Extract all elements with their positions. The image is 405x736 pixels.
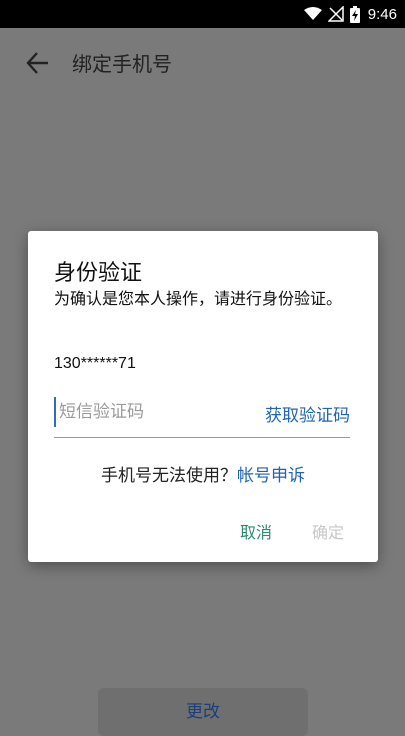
battery-charging-icon bbox=[349, 5, 360, 23]
status-time: 9:46 bbox=[367, 5, 397, 23]
sms-code-input[interactable] bbox=[54, 397, 249, 427]
get-code-button[interactable]: 获取验证码 bbox=[265, 401, 350, 426]
dialog-title: 身份验证 bbox=[54, 261, 143, 286]
status-icons: 9:46 bbox=[303, 0, 397, 28]
wifi-icon bbox=[303, 7, 322, 21]
appeal-prompt: 手机号无法使用？ bbox=[101, 466, 237, 486]
code-input-row: 获取验证码 bbox=[54, 397, 350, 438]
appeal-row: 手机号无法使用？帐号申诉 bbox=[28, 461, 378, 486]
status-bar: 9:46 bbox=[0, 0, 405, 28]
cancel-button[interactable]: 取消 bbox=[240, 519, 272, 543]
dialog-message: 为确认是您本人操作，请进行身份验证。 bbox=[54, 289, 343, 308]
signal-off-icon bbox=[327, 6, 344, 22]
masked-phone-number: 130******71 bbox=[54, 355, 136, 372]
verification-dialog: 身份验证 为确认是您本人操作，请进行身份验证。 130******71 获取验证… bbox=[28, 231, 378, 562]
account-appeal-link[interactable]: 帐号申诉 bbox=[237, 466, 305, 486]
confirm-button[interactable]: 确定 bbox=[312, 519, 344, 543]
